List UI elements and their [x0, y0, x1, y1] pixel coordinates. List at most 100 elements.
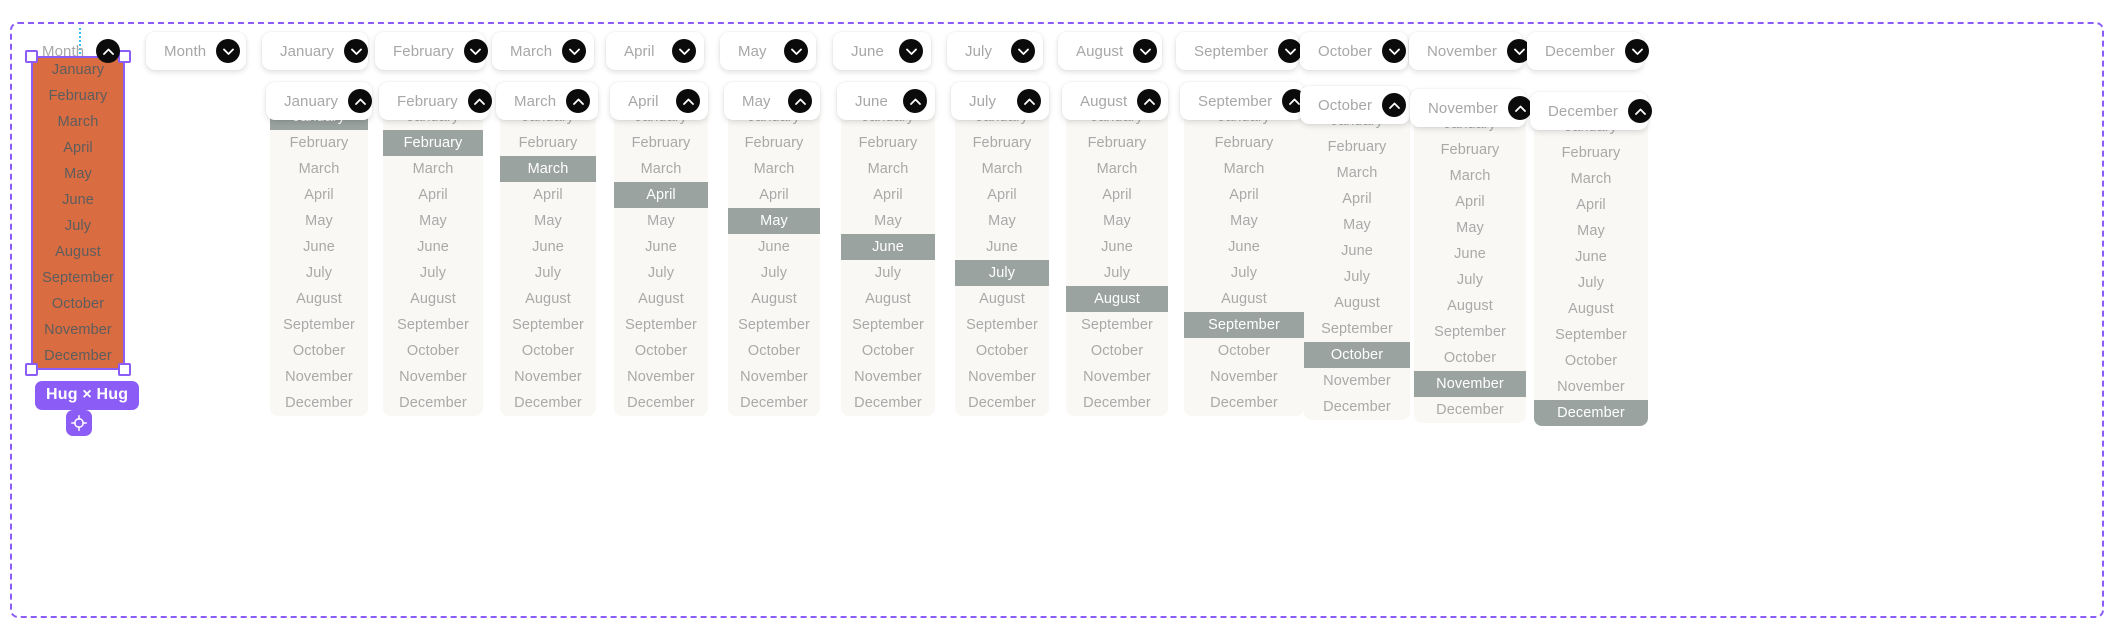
dropdown-option[interactable]: August: [270, 286, 368, 312]
dropdown-trigger-february[interactable]: February: [379, 82, 492, 120]
dropdown-trigger-june[interactable]: June: [837, 82, 935, 120]
dropdown-trigger-september[interactable]: September: [1180, 82, 1307, 120]
dropdown-option[interactable]: November: [1304, 368, 1410, 394]
dropdown-option[interactable]: September: [500, 312, 596, 338]
dropdown-option[interactable]: April: [1304, 186, 1410, 212]
dropdown-panel-june[interactable]: JanuaryFebruaryMarchAprilMayJuneJulyAugu…: [841, 104, 935, 416]
dropdown-option[interactable]: March: [955, 156, 1049, 182]
dropdown-trigger-january[interactable]: January: [262, 32, 369, 70]
dropdown-panel-november[interactable]: JanuaryFebruaryMarchAprilMayJuneJulyAugu…: [1414, 111, 1526, 423]
dropdown-panel-april[interactable]: JanuaryFebruaryMarchAprilMayJuneJulyAugu…: [614, 104, 708, 416]
dropdown-panel-march[interactable]: JanuaryFebruaryMarchAprilMayJuneJulyAugu…: [500, 104, 596, 416]
chevron-up-icon[interactable]: [1137, 89, 1162, 113]
dropdown-trigger-october[interactable]: October: [1300, 86, 1410, 124]
selected-dropdown-option[interactable]: May: [32, 161, 124, 187]
dropdown-option[interactable]: October: [728, 338, 820, 364]
dropdown-option[interactable]: June: [1066, 234, 1168, 260]
dropdown-option[interactable]: September: [955, 312, 1049, 338]
dropdown-option[interactable]: June: [728, 234, 820, 260]
dropdown-option[interactable]: December: [270, 390, 368, 416]
dropdown-option[interactable]: April: [383, 182, 483, 208]
dropdown-option[interactable]: April: [1066, 182, 1168, 208]
dropdown-option[interactable]: October: [1184, 338, 1304, 364]
dropdown-panel-july[interactable]: JanuaryFebruaryMarchAprilMayJuneJulyAugu…: [955, 104, 1049, 416]
dropdown-option[interactable]: February: [728, 130, 820, 156]
dropdown-option[interactable]: April: [1534, 192, 1648, 218]
selected-dropdown-option[interactable]: February: [32, 83, 124, 109]
dropdown-panel-august[interactable]: JanuaryFebruaryMarchAprilMayJuneJulyAugu…: [1066, 104, 1168, 416]
dropdown-trigger-december[interactable]: December: [1530, 92, 1652, 130]
dropdown-option[interactable]: March: [383, 156, 483, 182]
dropdown-option[interactable]: June: [841, 234, 935, 260]
chevron-up-icon[interactable]: [467, 89, 492, 113]
dropdown-option[interactable]: August: [1414, 293, 1526, 319]
chevron-down-icon[interactable]: [1625, 39, 1649, 63]
dropdown-option[interactable]: March: [1414, 163, 1526, 189]
dropdown-option[interactable]: March: [1066, 156, 1168, 182]
chevron-down-icon[interactable]: [216, 39, 241, 63]
dropdown-option[interactable]: December: [614, 390, 708, 416]
dropdown-option[interactable]: December: [500, 390, 596, 416]
dropdown-trigger-july[interactable]: July: [947, 32, 1043, 70]
dropdown-option[interactable]: July: [1534, 270, 1648, 296]
dropdown-option[interactable]: September: [270, 312, 368, 338]
dropdown-option[interactable]: September: [614, 312, 708, 338]
dropdown-option[interactable]: May: [270, 208, 368, 234]
dropdown-trigger-april[interactable]: April: [606, 32, 704, 70]
dropdown-option[interactable]: June: [614, 234, 708, 260]
dropdown-option[interactable]: June: [383, 234, 483, 260]
dropdown-option[interactable]: September: [1066, 312, 1168, 338]
dropdown-option[interactable]: June: [270, 234, 368, 260]
dropdown-option[interactable]: August: [614, 286, 708, 312]
dropdown-option[interactable]: July: [728, 260, 820, 286]
dropdown-option[interactable]: October: [614, 338, 708, 364]
chevron-up-icon[interactable]: [788, 89, 812, 113]
selected-dropdown-trigger[interactable]: Month: [24, 32, 128, 70]
dropdown-panel-january[interactable]: JanuaryFebruaryMarchAprilMayJuneJulyAugu…: [270, 104, 368, 416]
dropdown-option[interactable]: March: [500, 156, 596, 182]
dropdown-option[interactable]: April: [1184, 182, 1304, 208]
dropdown-trigger-april[interactable]: April: [610, 82, 708, 120]
dropdown-trigger-february[interactable]: February: [375, 32, 488, 70]
dropdown-option[interactable]: July: [1304, 264, 1410, 290]
chevron-down-icon[interactable]: [672, 39, 696, 63]
dropdown-option[interactable]: October: [955, 338, 1049, 364]
dropdown-option[interactable]: October: [383, 338, 483, 364]
dropdown-option[interactable]: November: [841, 364, 935, 390]
chevron-up-icon[interactable]: [676, 89, 700, 113]
dropdown-option[interactable]: February: [1304, 134, 1410, 160]
dropdown-option[interactable]: November: [1184, 364, 1304, 390]
dropdown-option[interactable]: October: [1304, 342, 1410, 368]
dropdown-option[interactable]: December: [1414, 397, 1526, 423]
dropdown-option[interactable]: December: [1304, 394, 1410, 420]
dropdown-option[interactable]: October: [500, 338, 596, 364]
chevron-down-icon[interactable]: [562, 39, 587, 63]
dropdown-trigger-november[interactable]: November: [1410, 89, 1532, 127]
dropdown-option[interactable]: June: [1534, 244, 1648, 270]
dropdown-option[interactable]: February: [383, 130, 483, 156]
dropdown-option[interactable]: July: [1184, 260, 1304, 286]
dropdown-option[interactable]: February: [500, 130, 596, 156]
dropdown-option[interactable]: March: [614, 156, 708, 182]
selected-dropdown-option[interactable]: October: [32, 291, 124, 317]
dropdown-option[interactable]: June: [1184, 234, 1304, 260]
dropdown-option[interactable]: March: [841, 156, 935, 182]
dropdown-option[interactable]: November: [1534, 374, 1648, 400]
dropdown-option[interactable]: September: [1304, 316, 1410, 342]
dropdown-trigger-september[interactable]: September: [1176, 32, 1303, 70]
dropdown-option[interactable]: October: [1066, 338, 1168, 364]
dropdown-option[interactable]: December: [1066, 390, 1168, 416]
dropdown-trigger-july[interactable]: July: [951, 82, 1049, 120]
dropdown-option[interactable]: July: [614, 260, 708, 286]
dropdown-panel-may[interactable]: JanuaryFebruaryMarchAprilMayJuneJulyAugu…: [728, 104, 820, 416]
dropdown-option[interactable]: April: [614, 182, 708, 208]
dropdown-trigger-march[interactable]: March: [492, 32, 594, 70]
dropdown-option[interactable]: August: [1534, 296, 1648, 322]
dropdown-option[interactable]: May: [1534, 218, 1648, 244]
chevron-up-icon[interactable]: [1382, 93, 1407, 117]
chevron-down-icon[interactable]: [1133, 39, 1158, 63]
selected-dropdown-option[interactable]: July: [32, 213, 124, 239]
dropdown-option[interactable]: December: [841, 390, 935, 416]
dropdown-trigger-august[interactable]: August: [1062, 82, 1168, 120]
dropdown-option[interactable]: December: [383, 390, 483, 416]
